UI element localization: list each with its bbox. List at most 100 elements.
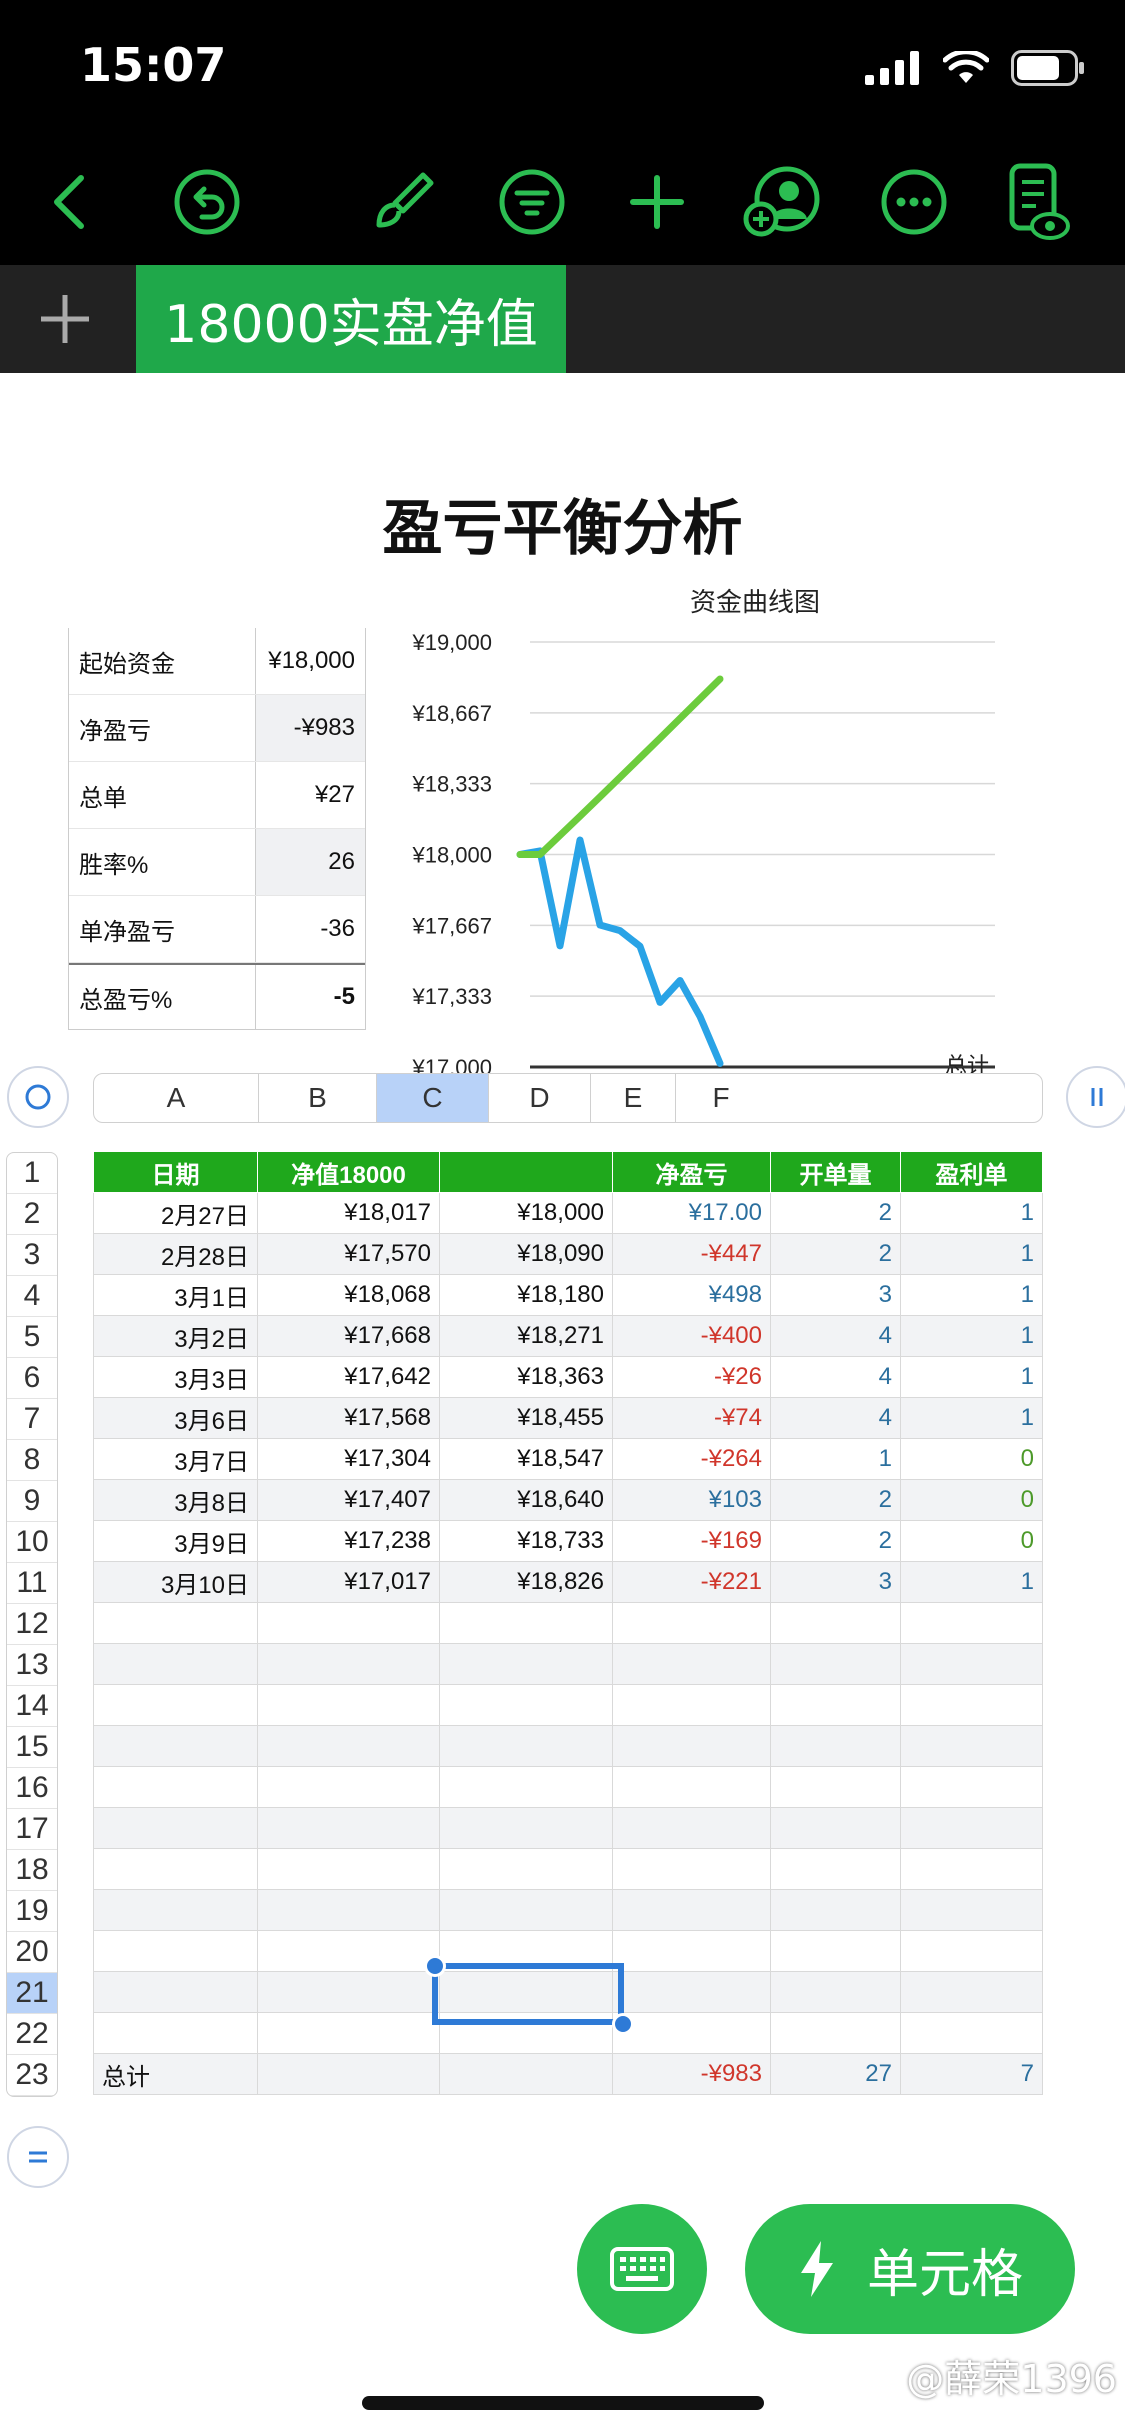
row-header[interactable]: 6 — [7, 1358, 57, 1399]
table-cell[interactable]: 2 — [771, 1521, 901, 1562]
table-cell[interactable] — [93, 1972, 258, 2013]
table-cell[interactable]: -¥447 — [613, 1234, 771, 1275]
table-cell[interactable] — [901, 1603, 1043, 1644]
undo-button[interactable] — [165, 160, 249, 244]
column-header-c[interactable]: C — [377, 1074, 489, 1122]
table-cell[interactable]: -¥983 — [613, 2054, 771, 2095]
table-cell[interactable] — [258, 1726, 440, 1767]
table-cell[interactable]: 1 — [901, 1562, 1043, 1603]
row-header[interactable]: 15 — [7, 1727, 57, 1768]
table-cell[interactable]: 3月10日 — [93, 1562, 258, 1603]
table-cell[interactable] — [613, 1603, 771, 1644]
table-cell[interactable] — [93, 1644, 258, 1685]
table-cell[interactable] — [440, 1767, 613, 1808]
table-cell[interactable] — [440, 1152, 613, 1193]
table-cell[interactable]: 日期 — [93, 1152, 258, 1193]
selection-handle-start[interactable] — [424, 1955, 446, 1977]
column-header-f[interactable]: F — [676, 1074, 766, 1122]
home-indicator[interactable] — [362, 2396, 764, 2410]
table-cell[interactable] — [258, 1849, 440, 1890]
table-cell[interactable]: 盈利单 — [901, 1152, 1043, 1193]
table-cell[interactable]: ¥498 — [613, 1275, 771, 1316]
table-cell[interactable]: ¥18,068 — [258, 1275, 440, 1316]
row-header[interactable]: 22 — [7, 2014, 57, 2055]
table-cell[interactable]: ¥18,733 — [440, 1521, 613, 1562]
table-cell[interactable]: -¥400 — [613, 1316, 771, 1357]
table-cell[interactable] — [771, 1603, 901, 1644]
table-cell[interactable] — [258, 2013, 440, 2054]
table-cell[interactable] — [771, 1644, 901, 1685]
table-cell[interactable]: 2月28日 — [93, 1234, 258, 1275]
table-cell[interactable]: 7 — [901, 2054, 1043, 2095]
table-cell[interactable] — [93, 1685, 258, 1726]
row-header[interactable]: 8 — [7, 1440, 57, 1481]
table-cell[interactable]: 净盈亏 — [613, 1152, 771, 1193]
table-cell[interactable]: 4 — [771, 1398, 901, 1439]
table-cell[interactable]: 2 — [771, 1234, 901, 1275]
table-cell[interactable] — [771, 1931, 901, 1972]
table-cell[interactable]: ¥18,547 — [440, 1439, 613, 1480]
select-table-button[interactable] — [7, 1066, 69, 1128]
summary-row[interactable]: 胜率% 26 — [69, 829, 365, 896]
table-cell[interactable] — [901, 1726, 1043, 1767]
column-header-b[interactable]: B — [259, 1074, 377, 1122]
insert-button[interactable] — [615, 160, 699, 244]
table-cell[interactable]: ¥17,570 — [258, 1234, 440, 1275]
table-cell[interactable] — [258, 1890, 440, 1931]
table-cell[interactable] — [258, 1808, 440, 1849]
table-cell[interactable] — [440, 1644, 613, 1685]
table-cell[interactable] — [771, 1685, 901, 1726]
table-cell[interactable] — [901, 2013, 1043, 2054]
table-cell[interactable] — [771, 1849, 901, 1890]
table-cell[interactable] — [93, 2013, 258, 2054]
table-cell[interactable]: ¥18,000 — [440, 1193, 613, 1234]
row-resize-handle[interactable] — [7, 2126, 69, 2188]
table-cell[interactable]: ¥18,017 — [258, 1193, 440, 1234]
table-cell[interactable] — [613, 1685, 771, 1726]
table-cell[interactable] — [258, 1931, 440, 1972]
table-cell[interactable] — [440, 1890, 613, 1931]
table-cell[interactable]: 1 — [901, 1398, 1043, 1439]
row-header[interactable]: 5 — [7, 1317, 57, 1358]
table-cell[interactable] — [258, 1972, 440, 2013]
table-cell[interactable]: 4 — [771, 1357, 901, 1398]
row-header[interactable]: 3 — [7, 1235, 57, 1276]
table-cell[interactable]: ¥18,180 — [440, 1275, 613, 1316]
table-cell[interactable] — [258, 1644, 440, 1685]
table-cell[interactable]: ¥18,455 — [440, 1398, 613, 1439]
table-cell[interactable] — [613, 1808, 771, 1849]
table-cell[interactable]: ¥18,826 — [440, 1562, 613, 1603]
table-cell[interactable]: 3月7日 — [93, 1439, 258, 1480]
table-cell[interactable] — [901, 1972, 1043, 2013]
table-cell[interactable]: 4 — [771, 1316, 901, 1357]
table-cell[interactable] — [901, 1890, 1043, 1931]
capital-curve-chart[interactable]: 资金曲线图 ¥19,000 ¥18,667 ¥18,333 ¥18,000 ¥17,667… — [390, 575, 1010, 1075]
table-cell[interactable]: ¥17,304 — [258, 1439, 440, 1480]
table-cell[interactable] — [440, 1726, 613, 1767]
table-cell[interactable] — [613, 1644, 771, 1685]
table-cell[interactable] — [440, 1685, 613, 1726]
table-cell[interactable] — [901, 1685, 1043, 1726]
table-cell[interactable]: 净值18000 — [258, 1152, 440, 1193]
table-cell[interactable] — [771, 1972, 901, 2013]
table-cell[interactable] — [93, 1767, 258, 1808]
table-cell[interactable]: -¥221 — [613, 1562, 771, 1603]
organize-button[interactable] — [490, 160, 574, 244]
table-cell[interactable] — [258, 1685, 440, 1726]
selection-handle-end[interactable] — [612, 2013, 634, 2035]
table-cell[interactable] — [93, 1603, 258, 1644]
table-cell[interactable] — [613, 1726, 771, 1767]
column-resize-handle[interactable] — [1066, 1066, 1125, 1128]
table-cell[interactable]: 2 — [771, 1193, 901, 1234]
table-cell[interactable]: 27 — [771, 2054, 901, 2095]
table-cell[interactable] — [901, 1644, 1043, 1685]
table-cell[interactable]: ¥18,271 — [440, 1316, 613, 1357]
table-cell[interactable]: 1 — [771, 1439, 901, 1480]
keyboard-button[interactable] — [577, 2204, 707, 2334]
row-header[interactable]: 11 — [7, 1563, 57, 1604]
table-cell[interactable] — [93, 1808, 258, 1849]
table-cell[interactable]: ¥17,017 — [258, 1562, 440, 1603]
table-cell[interactable] — [440, 1603, 613, 1644]
table-cell[interactable] — [440, 2054, 613, 2095]
table-cell[interactable]: ¥17.00 — [613, 1193, 771, 1234]
